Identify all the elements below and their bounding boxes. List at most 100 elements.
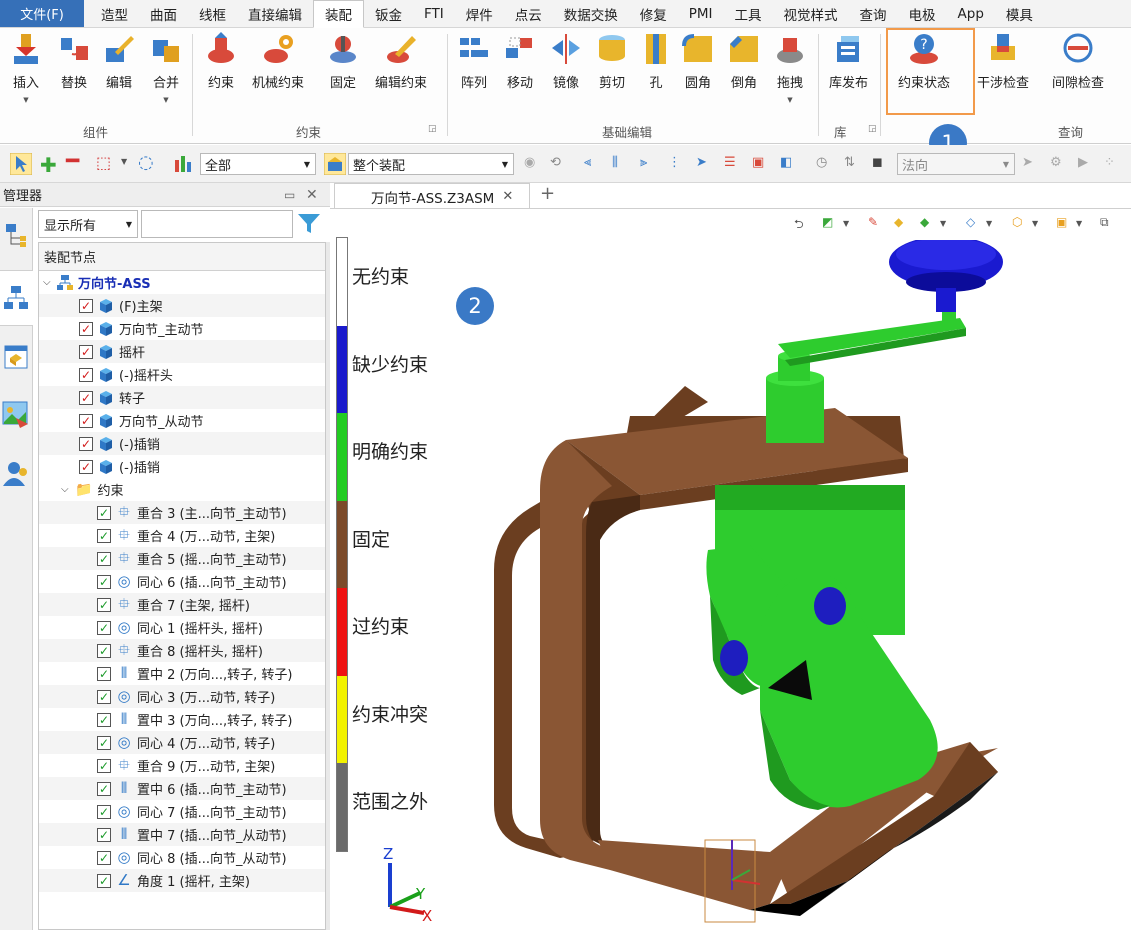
suppress-checkbox[interactable]: ✓ <box>97 643 111 658</box>
display-mode-icon[interactable]: ⬡ <box>1012 215 1022 233</box>
suppress-checkbox[interactable]: ✓ <box>97 850 111 865</box>
rotate-icon[interactable]: ⟲ <box>550 155 568 173</box>
suppress-checkbox[interactable]: ✓ <box>97 620 111 635</box>
pattern-button[interactable]: 阵列 <box>458 32 490 91</box>
suppress-checkbox[interactable]: ✓ <box>97 574 111 589</box>
suppress-checkbox[interactable]: ✓ <box>97 505 111 520</box>
box-select-icon[interactable]: ⬚ <box>96 153 114 172</box>
lasso-select-icon[interactable]: ◌ <box>138 152 156 173</box>
remove-icon[interactable]: ━ <box>66 149 84 174</box>
tree-constraint-row[interactable]: ✓ ⯐ 重合 3 (主...向节_主动节) <box>39 501 325 524</box>
suppress-checkbox[interactable]: ✓ <box>97 873 111 888</box>
tab-inquire[interactable]: 查询 <box>849 0 898 27</box>
tree-constraint-row[interactable]: ✓ ◎ 同心 8 (插...向节_从动节) <box>39 846 325 869</box>
restore-icon[interactable]: ▭ <box>284 188 295 202</box>
tree-constraint-row[interactable]: ✓ ⯐ 重合 5 (摇...向节_主动节) <box>39 547 325 570</box>
tree-root-node[interactable]: ⌵ 万向节-ASS <box>39 271 325 294</box>
cursor-icon[interactable]: ➤ <box>1022 155 1040 173</box>
visibility-checkbox[interactable]: ✓ <box>79 321 93 336</box>
align-center-icon[interactable]: ⫼ <box>612 155 630 173</box>
tab-pmi[interactable]: PMI <box>678 0 724 27</box>
settings-icon[interactable]: ⚙ <box>1050 155 1068 173</box>
shaded-icon[interactable]: ◆ <box>894 215 903 233</box>
suppress-checkbox[interactable]: ✓ <box>97 528 111 543</box>
tree-component-row[interactable]: ✓ 转子 <box>39 386 325 409</box>
tab-file[interactable]: 文件(F) <box>0 0 84 27</box>
suppress-checkbox[interactable]: ✓ <box>97 758 111 773</box>
suppress-checkbox[interactable]: ✓ <box>97 827 111 842</box>
chevron-down-icon[interactable]: ⌵ <box>61 484 75 495</box>
suppress-checkbox[interactable]: ✓ <box>97 735 111 750</box>
constraints-folder[interactable]: ⌵ 📁 约束 <box>39 478 325 501</box>
chevron-down-icon[interactable]: ▼ <box>986 219 992 237</box>
image-manager-icon[interactable] <box>2 400 30 430</box>
tree-constraint-row[interactable]: ✓ ◎ 同心 3 (万...动节, 转子) <box>39 685 325 708</box>
point-icon[interactable]: ◉ <box>524 155 542 173</box>
image-icon[interactable]: ▣ <box>752 155 770 173</box>
play-icon[interactable]: ▶ <box>1078 155 1096 173</box>
history-tree-icon[interactable] <box>4 222 28 250</box>
normal-direction-combo[interactable]: 法向 ▼ <box>897 153 1015 175</box>
flip-icon[interactable]: ⇅ <box>844 155 862 173</box>
chevron-down-icon[interactable]: ▼ <box>163 96 168 104</box>
tree-constraint-row[interactable]: ✓ ⯐ 重合 8 (摇杆头, 摇杆) <box>39 639 325 662</box>
filter-icon[interactable] <box>297 213 321 235</box>
align-right-icon[interactable]: ⫸ <box>640 155 658 173</box>
render-icon[interactable]: ◆ <box>920 215 929 233</box>
tree-constraint-row[interactable]: ✓ ⦀ 置中 3 (万向...,转子, 转子) <box>39 708 325 731</box>
fix-button[interactable]: 固定 <box>327 32 359 91</box>
tree-constraint-row[interactable]: ✓ ◎ 同心 6 (插...向节_主动节) <box>39 570 325 593</box>
close-icon[interactable]: ✕ <box>306 187 318 203</box>
suppress-checkbox[interactable]: ✓ <box>97 689 111 704</box>
tree-component-row[interactable]: ✓ 万向节_从动节 <box>39 409 325 432</box>
zoom-fit-icon[interactable]: ▣ <box>1056 215 1067 233</box>
tab-point-cloud[interactable]: 点云 <box>504 0 553 27</box>
suppress-checkbox[interactable]: ✓ <box>97 597 111 612</box>
hole-button[interactable]: 孔 <box>640 32 672 91</box>
tab-data-exchange[interactable]: 数据交换 <box>553 0 629 27</box>
search-input[interactable] <box>141 210 293 238</box>
dialog-launcher-icon[interactable]: ◲ <box>868 124 877 134</box>
mirror-button[interactable]: 镜像 <box>550 32 582 91</box>
suppress-checkbox[interactable]: ✓ <box>97 804 111 819</box>
tree-component-row[interactable]: ✓ (-)插销 <box>39 432 325 455</box>
tab-direct-edit[interactable]: 直接编辑 <box>237 0 313 27</box>
window-icon[interactable]: ⧉ <box>1100 215 1109 233</box>
filter-combo[interactable]: 全部 ▼ <box>200 153 316 175</box>
tab-mold[interactable]: 模具 <box>995 0 1044 27</box>
assembly-3d-view[interactable] <box>330 240 1131 930</box>
edit-constraint-button[interactable]: 编辑约束 <box>375 32 427 91</box>
select-cursor-icon[interactable] <box>10 153 32 175</box>
visibility-checkbox[interactable]: ✓ <box>79 459 93 474</box>
tree-constraint-row[interactable]: ✓ ⯐ 重合 7 (主架, 摇杆) <box>39 593 325 616</box>
chevron-down-icon[interactable]: ▼ <box>121 157 139 175</box>
merge-button[interactable]: 合并 ▼ <box>150 32 182 104</box>
mechanical-constraint-button[interactable]: 机械约束 <box>252 32 304 91</box>
tab-tools[interactable]: 工具 <box>724 0 773 27</box>
tab-sheetmetal[interactable]: 钣金 <box>364 0 413 27</box>
visibility-checkbox[interactable]: ✓ <box>79 436 93 451</box>
dialog-launcher-icon[interactable]: ◲ <box>428 124 437 134</box>
tree-constraint-row[interactable]: ✓ ⯐ 重合 4 (万...动节, 主架) <box>39 524 325 547</box>
tab-fti[interactable]: FTI <box>413 0 455 27</box>
tree-constraint-row[interactable]: ✓ ◎ 同心 7 (插...向节_主动节) <box>39 800 325 823</box>
suppress-checkbox[interactable]: ✓ <box>97 666 111 681</box>
tree-component-row[interactable]: ✓ (F)主架 <box>39 294 325 317</box>
assembly-scope-combo[interactable]: 整个装配 ▼ <box>348 153 514 175</box>
tree-constraint-row[interactable]: ✓ ◎ 同心 4 (万...动节, 转子) <box>39 731 325 754</box>
tree-constraint-row[interactable]: ✓ ∠ 角度 1 (摇杆, 主架) <box>39 869 325 892</box>
pick-icon[interactable]: ➤ <box>696 155 714 173</box>
tree-constraint-row[interactable]: ✓ ⦀ 置中 7 (插...向节_从动节) <box>39 823 325 846</box>
tree-constraint-row[interactable]: ✓ ◎ 同心 1 (摇杆头, 摇杆) <box>39 616 325 639</box>
chevron-down-icon[interactable]: ▼ <box>843 219 849 237</box>
assembly-scope-icon[interactable] <box>324 153 346 175</box>
user-manager-icon[interactable] <box>3 460 31 488</box>
list-icon[interactable]: ☰ <box>724 155 742 173</box>
suppress-checkbox[interactable]: ✓ <box>97 781 111 796</box>
assembly-tree-tab[interactable] <box>0 270 33 326</box>
tree-constraint-row[interactable]: ✓ ⦀ 置中 2 (万向...,转子, 转子) <box>39 662 325 685</box>
tab-electrode[interactable]: 电极 <box>898 0 947 27</box>
suppress-checkbox[interactable]: ✓ <box>97 551 111 566</box>
interference-check-button[interactable]: 干涉检查 <box>977 32 1029 91</box>
visibility-checkbox[interactable]: ✓ <box>79 367 93 382</box>
